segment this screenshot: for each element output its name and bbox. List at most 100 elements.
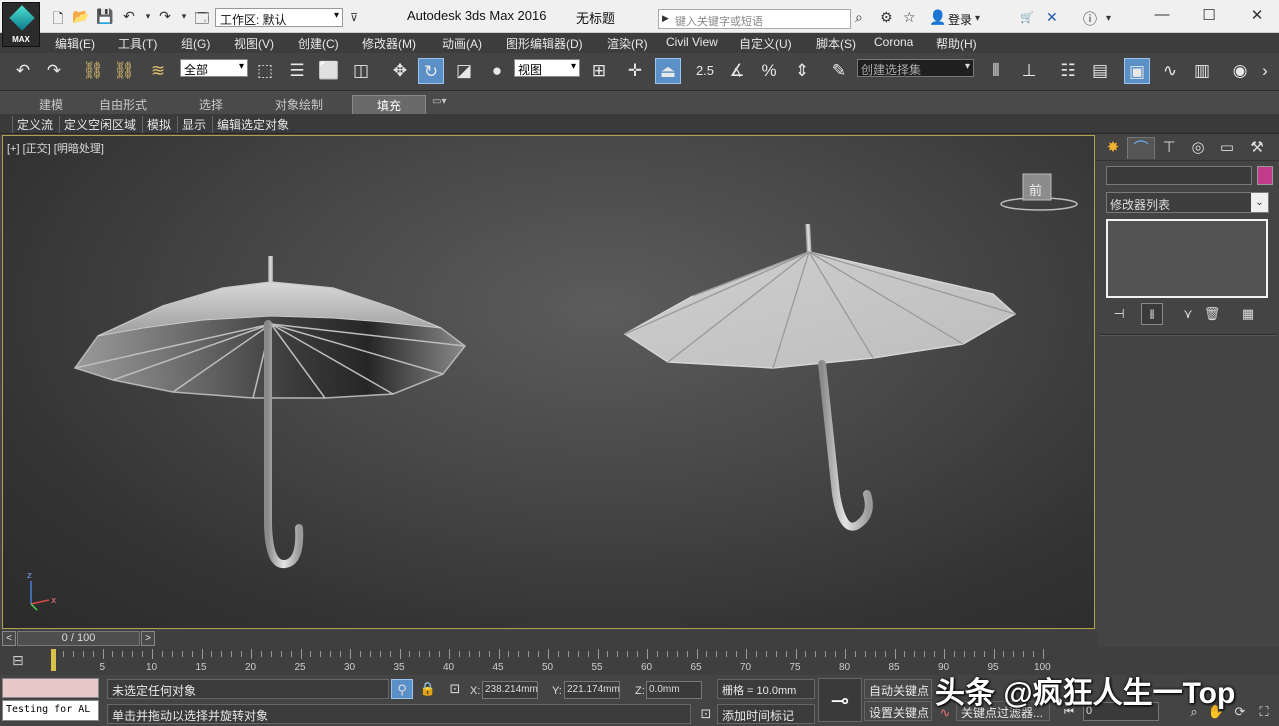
scene-explorer-icon[interactable]: ▣: [1124, 58, 1150, 84]
rectangular-selection-icon[interactable]: ⬜: [316, 58, 342, 84]
select-and-rotate-icon[interactable]: ↻: [418, 58, 444, 84]
select-object-icon[interactable]: ⬚: [252, 58, 278, 84]
menu-rendering[interactable]: 渲染(R): [607, 35, 648, 52]
save-file-icon[interactable]: 💾: [95, 8, 115, 25]
customize-toolbar-icon[interactable]: ⊽: [344, 11, 364, 24]
angle-snap-icon[interactable]: ∡: [724, 58, 750, 84]
select-and-move-icon[interactable]: ✥: [387, 58, 413, 84]
search-input[interactable]: ▶ 键入关键字或短语: [658, 9, 851, 29]
viewcube[interactable]: 前: [999, 170, 1083, 214]
bind-to-space-warp-icon[interactable]: ≋: [145, 58, 171, 84]
z-coordinate-field[interactable]: 0.0mm: [646, 681, 702, 699]
ribbon-tab-populate[interactable]: 填充: [352, 95, 427, 116]
exchange-cart-icon[interactable]: 🛒: [1020, 11, 1034, 24]
edit-named-selection-icon[interactable]: ✎: [826, 58, 852, 84]
maxscript-listener-mini[interactable]: [2, 678, 99, 698]
spinner-snap-icon[interactable]: ⇕: [789, 58, 815, 84]
ribbon-display[interactable]: 显示: [177, 116, 206, 133]
ribbon-options-icon[interactable]: ▭▾: [432, 96, 446, 107]
help-dropdown-icon[interactable]: ▾: [1106, 13, 1111, 24]
menu-tools[interactable]: 工具(T): [118, 35, 157, 52]
window-crossing-icon[interactable]: ◫: [348, 58, 374, 84]
configure-modifier-sets-icon[interactable]: ▦: [1237, 303, 1259, 325]
ribbon-tab-freeform[interactable]: 自由形式: [99, 96, 147, 113]
isolate-selection-icon[interactable]: ⚲: [391, 679, 413, 699]
x-coordinate-field[interactable]: 238.214mm: [482, 681, 538, 699]
reference-coordinate-dropdown[interactable]: 视图 ▾: [514, 59, 580, 77]
add-time-tag-button[interactable]: 添加时间标记: [717, 704, 815, 724]
object-name-field[interactable]: [1106, 166, 1252, 185]
ribbon-tab-selection[interactable]: 选择: [199, 96, 223, 113]
time-slider-thumb[interactable]: 0 / 100: [17, 631, 140, 646]
close-icon[interactable]: ✕: [1242, 6, 1272, 24]
set-key-icon[interactable]: ⊸: [818, 678, 862, 722]
maximize-viewport-icon[interactable]: ⛶: [1253, 702, 1275, 722]
motion-tab-icon[interactable]: ◎: [1184, 137, 1212, 159]
subscription-icon[interactable]: ⚙: [880, 9, 893, 26]
make-unique-icon[interactable]: ⋎: [1177, 303, 1199, 325]
hierarchy-tab-icon[interactable]: ⊤: [1155, 137, 1183, 159]
auto-key-button[interactable]: 自动关键点: [864, 679, 932, 699]
graphite-ribbon-icon[interactable]: ▤: [1087, 58, 1113, 84]
login-link[interactable]: 登录: [948, 11, 972, 28]
open-file-icon[interactable]: 📂: [71, 8, 91, 25]
snap-toggle-icon[interactable]: 2.5: [692, 58, 718, 84]
menu-animation[interactable]: 动画(A): [442, 35, 482, 52]
redo-icon[interactable]: ↷: [155, 8, 175, 25]
menu-scripting[interactable]: 脚本(S): [816, 35, 856, 52]
redo-icon[interactable]: ↷: [41, 58, 67, 84]
current-frame-marker[interactable]: [51, 649, 56, 671]
add-time-tag-icon[interactable]: ⊡: [695, 704, 717, 724]
menu-edit[interactable]: 编辑(E): [55, 35, 95, 52]
redo-dropdown-icon[interactable]: ▾: [174, 11, 194, 22]
align-icon[interactable]: ⊥: [1016, 58, 1042, 84]
favorites-star-icon[interactable]: ☆: [903, 9, 916, 26]
umbrella-left-model[interactable]: [73, 256, 467, 568]
ribbon-define-flows[interactable]: 定义流: [12, 116, 53, 133]
ribbon-simulate[interactable]: 模拟: [142, 116, 171, 133]
selection-filter-dropdown[interactable]: 全部 ▾: [180, 59, 248, 77]
select-and-place-icon[interactable]: ●: [484, 58, 510, 84]
menu-help[interactable]: 帮助(H): [936, 35, 977, 52]
schematic-view-icon[interactable]: ▥: [1189, 58, 1215, 84]
new-file-icon[interactable]: 🗋: [48, 8, 68, 32]
select-and-link-icon[interactable]: ⛓: [80, 58, 106, 84]
utilities-tab-icon[interactable]: ⚒: [1243, 137, 1271, 159]
absolute-transform-icon[interactable]: ⊡: [444, 679, 466, 699]
curve-editor-icon[interactable]: ∿: [1157, 58, 1183, 84]
keyboard-shortcut-override-icon[interactable]: ⏏: [655, 58, 681, 84]
layer-manager-icon[interactable]: ☷: [1055, 58, 1081, 84]
help-icon[interactable]: ⓘ: [1083, 9, 1097, 29]
select-manipulate-icon[interactable]: ✛: [622, 58, 648, 84]
menu-modifiers[interactable]: 修改器(M): [362, 35, 416, 52]
set-key-button[interactable]: 设置关键点: [864, 701, 932, 721]
selection-lock-icon[interactable]: 🔒: [417, 679, 439, 699]
workspace-dropdown[interactable]: 工作区: 默认 ▾: [215, 8, 343, 27]
percent-snap-icon[interactable]: %: [756, 58, 782, 84]
display-tab-icon[interactable]: ▭: [1213, 137, 1241, 159]
select-by-name-icon[interactable]: ☰: [284, 58, 310, 84]
menu-customize[interactable]: 自定义(U): [739, 35, 792, 52]
create-tab-icon[interactable]: ✸: [1099, 137, 1127, 159]
time-slider-next-button[interactable]: >: [141, 631, 155, 646]
named-selection-dropdown[interactable]: 创建选择集 ▾: [857, 59, 974, 77]
mini-curve-editor-icon[interactable]: ⊟: [12, 652, 24, 669]
undo-icon[interactable]: ↶: [10, 58, 36, 84]
login-dropdown-icon[interactable]: ▾: [975, 13, 980, 24]
ribbon-tab-object-paint[interactable]: 对象绘制: [275, 96, 323, 113]
umbrella-right-model[interactable]: [623, 223, 1017, 531]
project-folder-icon[interactable]: 🗔: [192, 8, 212, 32]
mirror-icon[interactable]: ⫴: [983, 58, 1009, 84]
show-end-result-icon[interactable]: ‖: [1141, 303, 1163, 325]
ribbon-edit-selected[interactable]: 编辑选定对象: [212, 116, 289, 133]
menu-corona[interactable]: Corona: [874, 35, 913, 49]
application-button[interactable]: MAX: [2, 2, 40, 47]
modifier-list-dropdown[interactable]: 修改器列表 ⌄: [1106, 192, 1269, 213]
menu-civil-view[interactable]: Civil View: [666, 35, 718, 49]
ribbon-define-idle-areas[interactable]: 定义空闲区域: [59, 116, 136, 133]
undo-icon[interactable]: ↶: [119, 8, 139, 25]
maxscript-input[interactable]: Testing for AL: [2, 700, 99, 721]
menu-views[interactable]: 视图(V): [234, 35, 274, 52]
binoculars-icon[interactable]: ⌕: [855, 9, 863, 26]
menu-group[interactable]: 组(G): [181, 35, 210, 52]
